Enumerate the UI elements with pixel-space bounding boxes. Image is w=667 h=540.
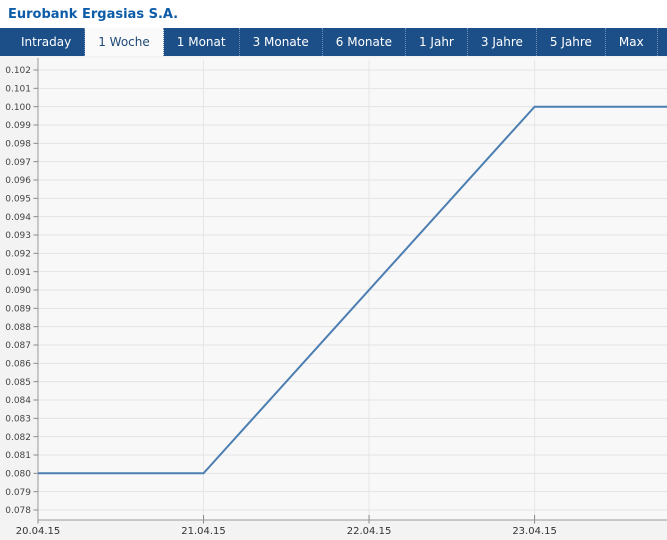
header: Eurobank Ergasias S.A. [0,0,667,28]
y-tick-label: 0.080 [5,470,31,480]
y-tick-label: 0.082 [5,433,31,443]
tab-1-monat[interactable]: 1 Monat [164,28,240,56]
y-tick-label: 0.085 [5,378,31,388]
y-tick-label: 0.096 [5,176,31,186]
y-tick-label: 0.081 [5,451,31,461]
tab-5-jahre[interactable]: 5 Jahre [537,28,606,56]
y-tick-label: 0.093 [5,231,31,241]
y-tick-label: 0.100 [5,103,31,113]
tab-3-monate[interactable]: 3 Monate [240,28,323,56]
y-tick-label: 0.095 [5,195,31,205]
y-tick-label: 0.091 [5,268,31,278]
y-tick-label: 0.086 [5,360,31,370]
price-chart: 0.102 0.101 0.100 0.099 0.098 0.097 0.096 0.095… [0,56,667,540]
y-tick-label: 0.087 [5,341,31,351]
x-tick-label: 23.04.15 [512,526,557,537]
x-tick-label: 22.04.15 [347,526,392,537]
tab-max[interactable]: Max [606,28,658,56]
y-tick-label: 0.078 [5,506,31,516]
y-tick-label: 0.089 [5,305,31,315]
tab-3-jahre[interactable]: 3 Jahre [468,28,537,56]
tab-1-jahr[interactable]: 1 Jahr [406,28,468,56]
x-tick-label: 21.04.15 [181,526,226,537]
period-tabbar: Intraday1 Woche1 Monat3 Monate6 Monate1 … [0,28,667,56]
y-tick-label: 0.098 [5,140,31,150]
y-tick-label: 0.090 [5,286,31,296]
y-tick-label: 0.079 [5,488,31,498]
y-tick-label: 0.084 [5,396,31,406]
chart-canvas: 0.102 0.101 0.100 0.099 0.098 0.097 0.096 0.095… [0,56,667,540]
x-tick-label: 20.04.15 [16,526,61,537]
plot-area [38,58,667,520]
tab-1-woche[interactable]: 1 Woche [85,28,164,56]
y-tick-label: 0.101 [5,85,31,95]
tab-6-monate[interactable]: 6 Monate [323,28,406,56]
page-title: Eurobank Ergasias S.A. [0,7,178,22]
y-tick-label: 0.102 [5,66,31,76]
tab-intraday[interactable]: Intraday [8,28,85,56]
y-tick-label: 0.083 [5,415,31,425]
y-tick-label: 0.094 [5,213,31,223]
y-tick-label: 0.088 [5,323,31,333]
y-tick-label: 0.092 [5,250,31,260]
y-tick-label: 0.099 [5,121,31,131]
y-tick-label: 0.097 [5,158,31,168]
